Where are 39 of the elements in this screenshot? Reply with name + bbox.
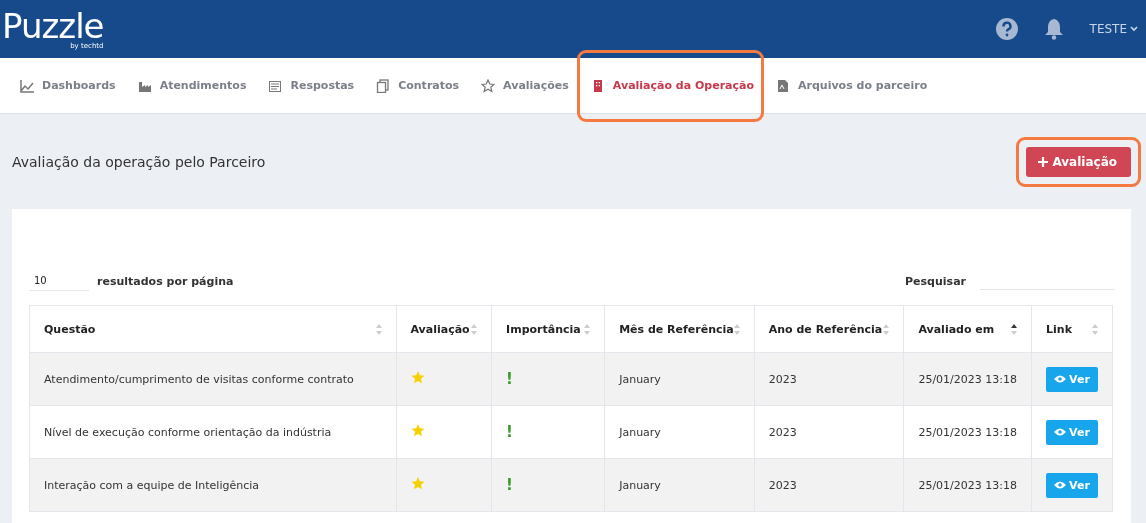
sort-icon[interactable] — [1011, 323, 1017, 335]
table-cell: Interação com a equipe de Inteligência — [29, 458, 396, 512]
view-button[interactable]: Ver — [1046, 472, 1098, 498]
chevron-down-icon — [1130, 26, 1138, 32]
nav-tab[interactable]: Avaliações — [477, 65, 573, 106]
eye-icon — [1054, 481, 1066, 489]
view-button[interactable]: Ver — [1046, 366, 1098, 392]
star-icon — [410, 477, 425, 490]
form-icon — [268, 78, 283, 93]
importance-mark: ! — [506, 370, 513, 388]
line-chart-icon — [20, 78, 34, 93]
nav-tab[interactable]: Arquivos do parceiro — [772, 65, 932, 106]
search-label: Pesquisar — [905, 274, 966, 288]
logo-text: Puzzle — [2, 8, 104, 43]
importance-mark: ! — [506, 476, 513, 494]
star-icon — [481, 78, 496, 93]
plus-icon — [1038, 156, 1049, 167]
notification-bell-icon[interactable] — [1043, 18, 1064, 40]
nav-tab[interactable]: Atendimentos — [133, 65, 251, 106]
nav-tab[interactable]: Contratos — [372, 65, 464, 106]
table-cell: 25/01/2023 13:18 — [903, 458, 1032, 512]
help-icon[interactable] — [995, 18, 1018, 40]
copy-icon — [376, 78, 391, 93]
table-cell: 2023 — [754, 458, 904, 512]
nav-tab[interactable]: Dashboards — [16, 65, 120, 106]
nav-tab[interactable]: Avaliação da Operação — [586, 65, 759, 106]
eye-icon — [1054, 428, 1066, 436]
page-size-label: resultados por página — [97, 274, 234, 288]
eye-icon — [1054, 375, 1066, 383]
table-cell: January — [604, 458, 755, 512]
star-icon — [410, 371, 425, 384]
user-menu[interactable]: TESTE — [1089, 22, 1138, 36]
importance-mark: ! — [506, 423, 513, 441]
page-size-select[interactable]: 10 — [29, 271, 89, 291]
nav-tab[interactable]: Respostas — [264, 65, 359, 106]
page-title: Avaliação da operação pelo Parceiro — [12, 153, 266, 170]
add-evaluation-button[interactable]: Avaliação — [1026, 146, 1131, 177]
star-icon — [410, 424, 425, 437]
view-button[interactable]: Ver — [1046, 419, 1098, 445]
